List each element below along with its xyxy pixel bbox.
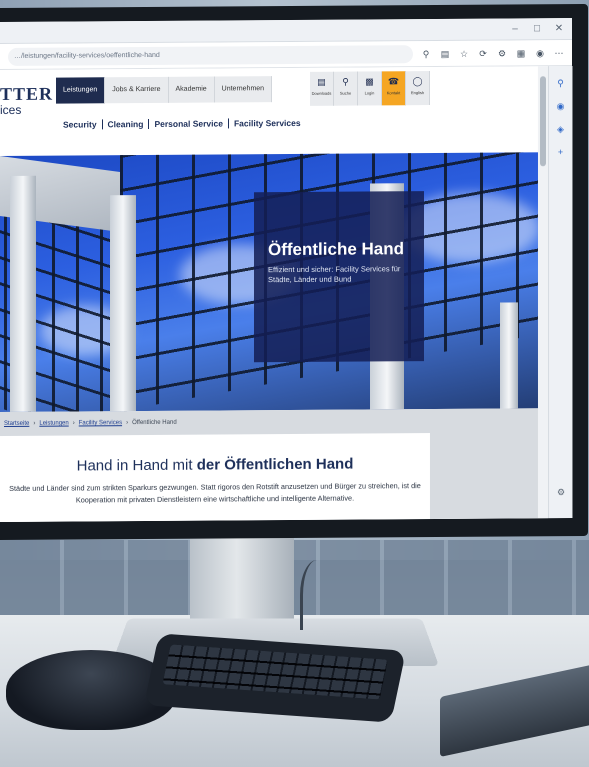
login-button[interactable]: ▩ Login xyxy=(358,71,382,106)
address-bar: …/leistungen/facility-services/oeffentli… xyxy=(0,40,572,71)
maximize-icon[interactable]: □ xyxy=(532,23,542,34)
browser-sidebar: ⚲ ◉ ◈ + ⚙ xyxy=(548,66,572,519)
hero-text-box: Öffentliche Hand Effizient und sicher: F… xyxy=(254,191,424,363)
breadcrumb-separator: › xyxy=(72,420,75,427)
nav-item-akademie[interactable]: Akademie xyxy=(168,76,215,103)
hero-column xyxy=(10,175,36,412)
key-icon[interactable]: ⚲ xyxy=(421,49,431,59)
page-heading: Hand in Hand mit der Öffentlichen Hand xyxy=(0,455,430,475)
site-logo[interactable]: TTER ices xyxy=(0,84,53,117)
phone-icon: ☎ xyxy=(387,76,400,87)
copilot-icon[interactable]: ◉ xyxy=(549,101,572,112)
subnav-cleaning[interactable]: Cleaning xyxy=(102,118,150,130)
search-label: Suche xyxy=(339,90,352,96)
login-label: Login xyxy=(364,90,375,96)
downloads-button[interactable]: ▤ Downloads xyxy=(310,71,334,106)
heading-bold: der Öffentlichen Hand xyxy=(196,455,354,474)
nav-item-leistungen[interactable]: Leistungen xyxy=(56,77,106,104)
keyboard-keys xyxy=(162,644,389,700)
nav-item-jobs[interactable]: Jobs & Karriere xyxy=(105,76,169,104)
monitor-stand xyxy=(190,532,294,630)
reader-icon[interactable]: ▤ xyxy=(440,48,450,58)
quick-links: ▤ Downloads ⚲ Suche ▩ Login ☎ Kontakt ◯ … xyxy=(310,71,430,106)
breadcrumb-current: Öffentliche Hand xyxy=(132,419,177,427)
breadcrumb-leistungen[interactable]: Leistungen xyxy=(39,421,68,427)
heading-plain: Hand in Hand mit xyxy=(76,456,197,475)
profile-icon[interactable]: ◉ xyxy=(535,48,545,58)
scrollbar-thumb[interactable] xyxy=(540,76,546,167)
add-icon[interactable]: + xyxy=(549,147,572,157)
content-side-panel xyxy=(430,432,548,523)
document-icon: ▤ xyxy=(317,76,326,87)
collections-icon[interactable]: ▦ xyxy=(516,48,526,58)
contact-button[interactable]: ☎ Kontakt xyxy=(382,71,406,106)
shopping-icon[interactable]: ◈ xyxy=(549,124,572,135)
extensions-icon[interactable]: ⚙ xyxy=(497,48,507,58)
hero-title: Öffentliche Hand xyxy=(268,239,405,260)
settings-icon[interactable]: ⚙ xyxy=(549,487,572,498)
search-button[interactable]: ⚲ Suche xyxy=(334,71,358,106)
site-header: TTER ices Leistungen Jobs & Karriere Aka… xyxy=(0,66,548,157)
globe-icon: ◯ xyxy=(412,76,423,87)
logo-wordmark: TTER xyxy=(0,83,54,105)
hero-column xyxy=(110,195,136,412)
lock-icon: ▩ xyxy=(365,76,374,87)
sub-nav: Security Cleaning Personal Service Facil… xyxy=(58,118,306,130)
downloads-label: Downloads xyxy=(311,90,332,96)
hero-banner: Öffentliche Hand Effizient und sicher: F… xyxy=(0,152,548,413)
screen: – □ ✕ …/leistungen/facility-services/oef… xyxy=(0,18,572,523)
browser-toolbar: ⚲ ▤ ☆ ⟳ ⚙ ▦ ◉ ⋯ xyxy=(421,48,564,59)
hero-column xyxy=(500,302,518,409)
url-field[interactable]: …/leistungen/facility-services/oeffentli… xyxy=(8,44,413,66)
more-icon[interactable]: ⋯ xyxy=(554,48,564,58)
breadcrumb-facility-services[interactable]: Facility Services xyxy=(79,420,122,426)
cable xyxy=(300,560,334,630)
main-nav: Leistungen Jobs & Karriere Akademie Unte… xyxy=(56,76,273,104)
close-icon[interactable]: ✕ xyxy=(554,23,564,34)
intro-paragraph: Städte und Länder sind zum strikten Spar… xyxy=(9,481,421,505)
breadcrumb-separator: › xyxy=(126,420,129,427)
breadcrumb-startseite[interactable]: Startseite xyxy=(4,421,29,427)
language-label: English xyxy=(410,90,425,96)
contact-label: Kontakt xyxy=(386,90,401,96)
subnav-security[interactable]: Security xyxy=(58,119,103,130)
favorite-icon[interactable]: ☆ xyxy=(459,48,469,58)
nav-item-unternehmen[interactable]: Unternehmen xyxy=(214,76,273,103)
breadcrumb-separator: › xyxy=(33,420,36,427)
hero-subtitle: Effizient und sicher: Facility Services … xyxy=(268,264,401,285)
search-icon: ⚲ xyxy=(342,76,349,87)
main-content: Hand in Hand mit der Öffentlichen Hand S… xyxy=(0,433,430,523)
refresh-icon[interactable]: ⟳ xyxy=(478,48,488,58)
web-page: TTER ices Leistungen Jobs & Karriere Aka… xyxy=(0,66,548,523)
language-button[interactable]: ◯ English xyxy=(406,71,430,106)
search-icon[interactable]: ⚲ xyxy=(549,78,572,89)
minimize-icon[interactable]: – xyxy=(510,23,520,34)
monitor: – □ ✕ …/leistungen/facility-services/oef… xyxy=(0,3,588,541)
subnav-personal-service[interactable]: Personal Service xyxy=(149,118,229,129)
subnav-facility-services[interactable]: Facility Services xyxy=(229,118,306,129)
